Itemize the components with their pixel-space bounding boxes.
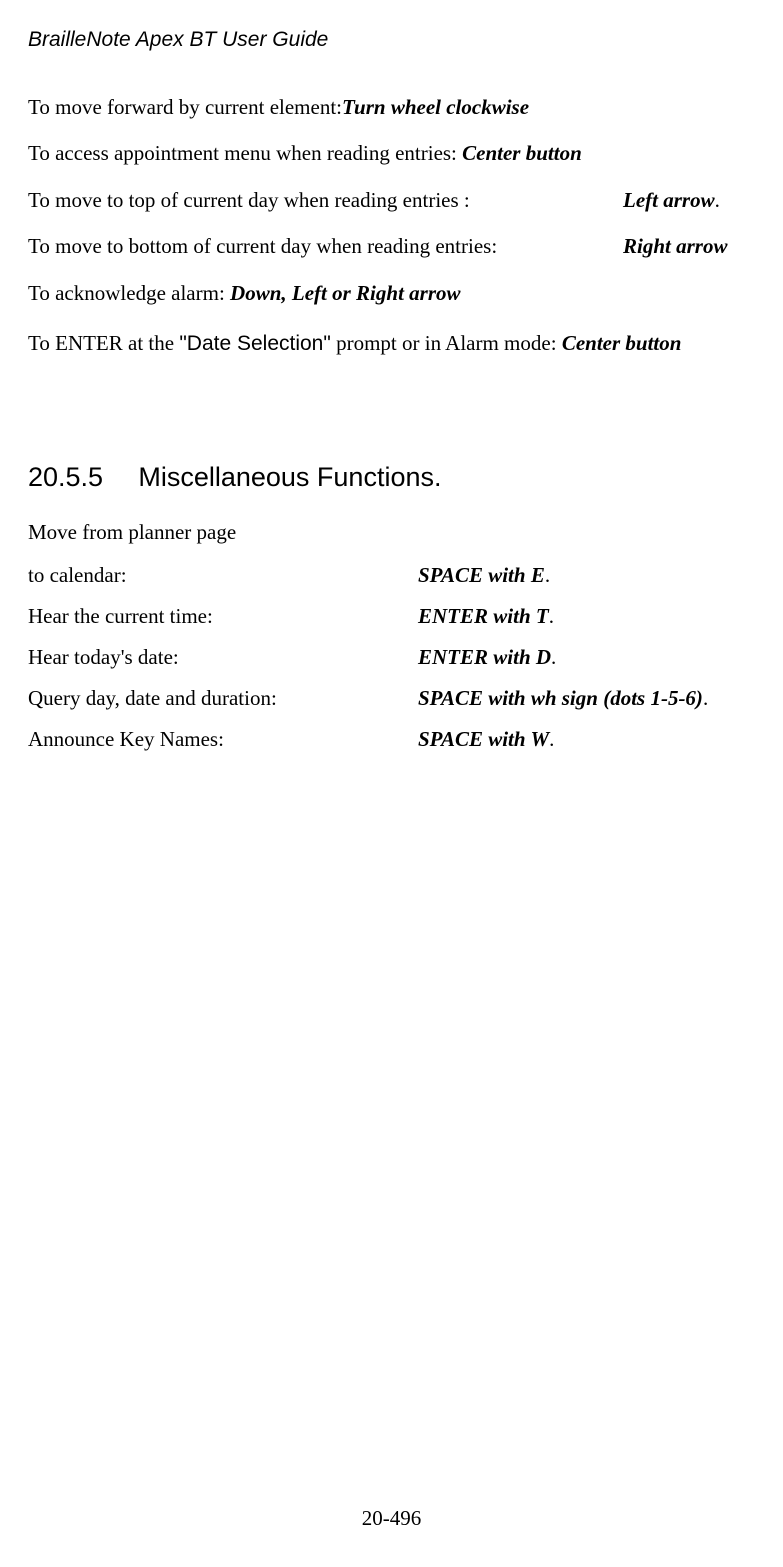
command-text: ENTER with D xyxy=(418,645,551,669)
row-label: Hear today's date: xyxy=(28,645,418,670)
command-text: Center button xyxy=(562,331,682,355)
row-label: Hear the current time: xyxy=(28,604,418,629)
misc-intro: Move from planner page xyxy=(28,517,763,547)
row-to-calendar: to calendar: SPACE with E. xyxy=(28,563,763,588)
quoted-text: "Date Selection" xyxy=(179,332,331,355)
command-text: SPACE with wh sign (dots 1-5-6) xyxy=(418,686,703,710)
text: To move to top of current day when readi… xyxy=(28,185,623,215)
command-text: Right arrow xyxy=(623,231,727,261)
text: To acknowledge alarm: xyxy=(28,281,230,305)
command-text: ENTER with T xyxy=(418,604,549,628)
period: . xyxy=(551,645,556,669)
row-value: ENTER with T. xyxy=(418,604,763,629)
row-label: Announce Key Names: xyxy=(28,727,418,752)
command-text: SPACE with E xyxy=(418,563,545,587)
row-todays-date: Hear today's date: ENTER with D. xyxy=(28,645,763,670)
period: . xyxy=(549,727,554,751)
period: . xyxy=(545,563,550,587)
row-current-time: Hear the current time: ENTER with T. xyxy=(28,604,763,629)
period: . xyxy=(715,188,720,212)
section-number: 20.5.5 xyxy=(28,462,103,492)
row-label: to calendar: xyxy=(28,563,418,588)
text: To move forward by current element: xyxy=(28,95,342,119)
row-value: SPACE with E. xyxy=(418,563,763,588)
command-wrap: Left arrow. xyxy=(623,185,720,215)
paragraph-acknowledge-alarm: To acknowledge alarm: Down, Left or Righ… xyxy=(28,278,763,308)
command-text: SPACE with W xyxy=(418,727,549,751)
row-label: Query day, date and duration: xyxy=(28,686,418,711)
row-announce-key-names: Announce Key Names: SPACE with W. xyxy=(28,727,763,752)
row-value: SPACE with W. xyxy=(418,727,763,752)
row-value: ENTER with D. xyxy=(418,645,763,670)
paragraph-bottom-day: To move to bottom of current day when re… xyxy=(28,231,763,261)
page-number: 20-496 xyxy=(0,1506,783,1531)
paragraph-move-forward: To move forward by current element:Turn … xyxy=(28,92,763,122)
row-query-day: Query day, date and duration: SPACE with… xyxy=(28,686,763,711)
text: prompt or in Alarm mode: xyxy=(331,331,562,355)
section-heading: 20.5.5 Miscellaneous Functions. xyxy=(28,462,763,493)
command-text: Center button xyxy=(462,141,582,165)
paragraph-enter-date-selection: To ENTER at the "Date Selection" prompt … xyxy=(28,328,763,359)
command-text: Left arrow xyxy=(623,188,715,212)
text: To access appointment menu when reading … xyxy=(28,141,462,165)
row-value: SPACE with wh sign (dots 1-5-6). xyxy=(418,686,763,711)
paragraph-appointment-menu: To access appointment menu when reading … xyxy=(28,138,763,168)
command-text: Turn wheel clockwise xyxy=(342,95,529,119)
section-title: Miscellaneous Functions. xyxy=(138,462,441,492)
period: . xyxy=(703,686,708,710)
text: To move to bottom of current day when re… xyxy=(28,231,623,261)
command-text: Down, Left or Right arrow xyxy=(230,281,460,305)
paragraph-top-day: To move to top of current day when readi… xyxy=(28,185,763,215)
text: To ENTER at the xyxy=(28,331,179,355)
page-header-title: BrailleNote Apex BT User Guide xyxy=(28,28,763,52)
period: . xyxy=(549,604,554,628)
